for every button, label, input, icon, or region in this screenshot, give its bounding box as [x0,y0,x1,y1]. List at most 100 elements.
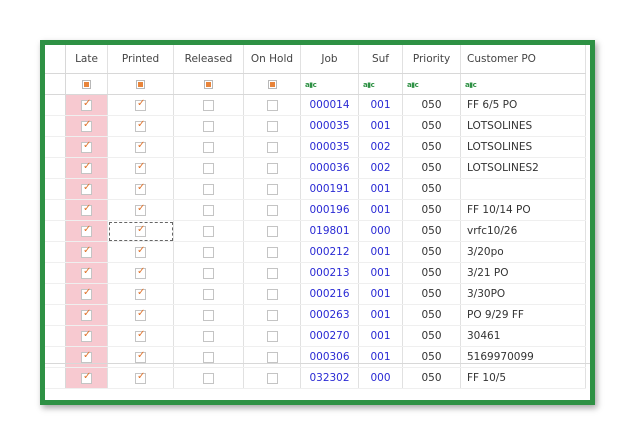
job-cell[interactable]: 000270 [300,325,359,347]
on-hold-cell[interactable] [243,262,301,284]
late-checkbox[interactable] [81,308,92,321]
filter-checkbox-icon[interactable] [267,79,277,89]
on-hold-checkbox[interactable] [266,141,278,153]
printed-checkbox[interactable] [135,182,146,195]
row-indicator[interactable] [45,367,66,389]
table-row[interactable]: 000191001050 [45,178,586,200]
printed-cell[interactable] [107,262,174,284]
printed-cell[interactable] [107,367,174,389]
row-indicator[interactable] [45,115,66,137]
printed-cell[interactable] [107,199,174,221]
suf-cell[interactable]: 001 [358,325,403,347]
column-header-customer-po[interactable]: Customer PO [460,45,586,74]
row-indicator[interactable] [45,220,66,242]
late-cell[interactable] [65,220,108,242]
released-cell[interactable] [173,283,244,305]
row-indicator[interactable] [45,283,66,305]
on-hold-cell[interactable] [243,346,301,368]
table-row[interactable]: 000263001050PO 9/29 FF [45,304,586,326]
released-cell[interactable] [173,220,244,242]
table-row[interactable]: 000035002050LOTSOLINES [45,136,586,158]
printed-cell[interactable] [107,115,174,137]
released-checkbox[interactable] [203,372,214,384]
column-header-late[interactable]: Late [65,45,108,74]
late-checkbox[interactable] [81,350,92,363]
on-hold-cell[interactable] [243,304,301,326]
late-cell[interactable] [65,199,108,221]
on-hold-checkbox[interactable] [266,309,278,321]
printed-cell[interactable] [107,220,174,242]
table-row[interactable]: 000196001050FF 10/14 PO [45,199,586,221]
on-hold-checkbox[interactable] [266,162,278,174]
late-checkbox[interactable] [81,140,92,153]
printed-checkbox[interactable] [135,245,146,258]
late-checkbox[interactable] [81,161,92,174]
table-row[interactable]: 0002160010503/30PO [45,283,586,305]
suf-cell[interactable]: 002 [358,157,403,179]
suf-cell[interactable]: 001 [358,283,403,305]
on-hold-checkbox[interactable] [266,246,278,258]
on-hold-cell[interactable] [243,241,301,263]
late-checkbox[interactable] [81,98,92,111]
released-cell[interactable] [173,136,244,158]
row-indicator[interactable] [45,262,66,284]
job-cell[interactable]: 000216 [300,283,359,305]
suf-cell[interactable]: 001 [358,115,403,137]
late-cell[interactable] [65,115,108,137]
late-checkbox[interactable] [81,287,92,300]
on-hold-checkbox[interactable] [266,183,278,195]
late-checkbox[interactable] [81,119,92,132]
column-header-printed[interactable]: Printed [107,45,174,74]
released-checkbox[interactable] [203,120,214,132]
table-row[interactable]: 00027000105030461 [45,325,586,347]
row-indicator[interactable] [45,94,66,116]
late-cell[interactable] [65,241,108,263]
late-cell[interactable] [65,136,108,158]
on-hold-checkbox[interactable] [266,288,278,300]
printed-cell[interactable] [107,94,174,116]
suf-cell[interactable]: 000 [358,367,403,389]
released-checkbox[interactable] [203,204,214,216]
late-checkbox[interactable] [81,371,92,384]
released-checkbox[interactable] [203,309,214,321]
column-header-released[interactable]: Released [173,45,244,74]
released-cell[interactable] [173,325,244,347]
suf-cell[interactable]: 001 [358,241,403,263]
row-indicator[interactable] [45,325,66,347]
released-cell[interactable] [173,304,244,326]
job-cell[interactable]: 000035 [300,136,359,158]
on-hold-checkbox[interactable] [266,120,278,132]
table-row[interactable]: 000014001050FF 6/5 PO [45,94,586,116]
filter-on-hold[interactable] [243,73,301,95]
late-cell[interactable] [65,94,108,116]
row-indicator[interactable] [45,178,66,200]
suf-cell[interactable]: 001 [358,199,403,221]
released-checkbox[interactable] [203,162,214,174]
printed-checkbox[interactable] [135,140,146,153]
printed-cell[interactable] [107,178,174,200]
released-checkbox[interactable] [203,330,214,342]
released-checkbox[interactable] [203,288,214,300]
filter-job[interactable]: a▮c [300,73,359,95]
on-hold-checkbox[interactable] [266,372,278,384]
filter-late[interactable] [65,73,108,95]
column-header-priority[interactable]: Priority [402,45,461,74]
suf-cell[interactable]: 000 [358,220,403,242]
on-hold-cell[interactable] [243,283,301,305]
printed-checkbox[interactable] [135,98,146,111]
table-row[interactable]: 0002130010503/21 PO [45,262,586,284]
job-cell[interactable]: 000035 [300,115,359,137]
on-hold-checkbox[interactable] [266,351,278,363]
on-hold-cell[interactable] [243,178,301,200]
late-cell[interactable] [65,283,108,305]
on-hold-checkbox[interactable] [266,225,278,237]
column-header-on-hold[interactable]: On Hold [243,45,301,74]
late-checkbox[interactable] [81,224,92,237]
suf-cell[interactable]: 001 [358,304,403,326]
job-cell[interactable]: 032302 [300,367,359,389]
row-indicator[interactable] [45,136,66,158]
table-row[interactable]: 019801000050vrfc10/26 [45,220,586,242]
job-cell[interactable]: 000014 [300,94,359,116]
printed-checkbox[interactable] [135,161,146,174]
released-cell[interactable] [173,367,244,389]
